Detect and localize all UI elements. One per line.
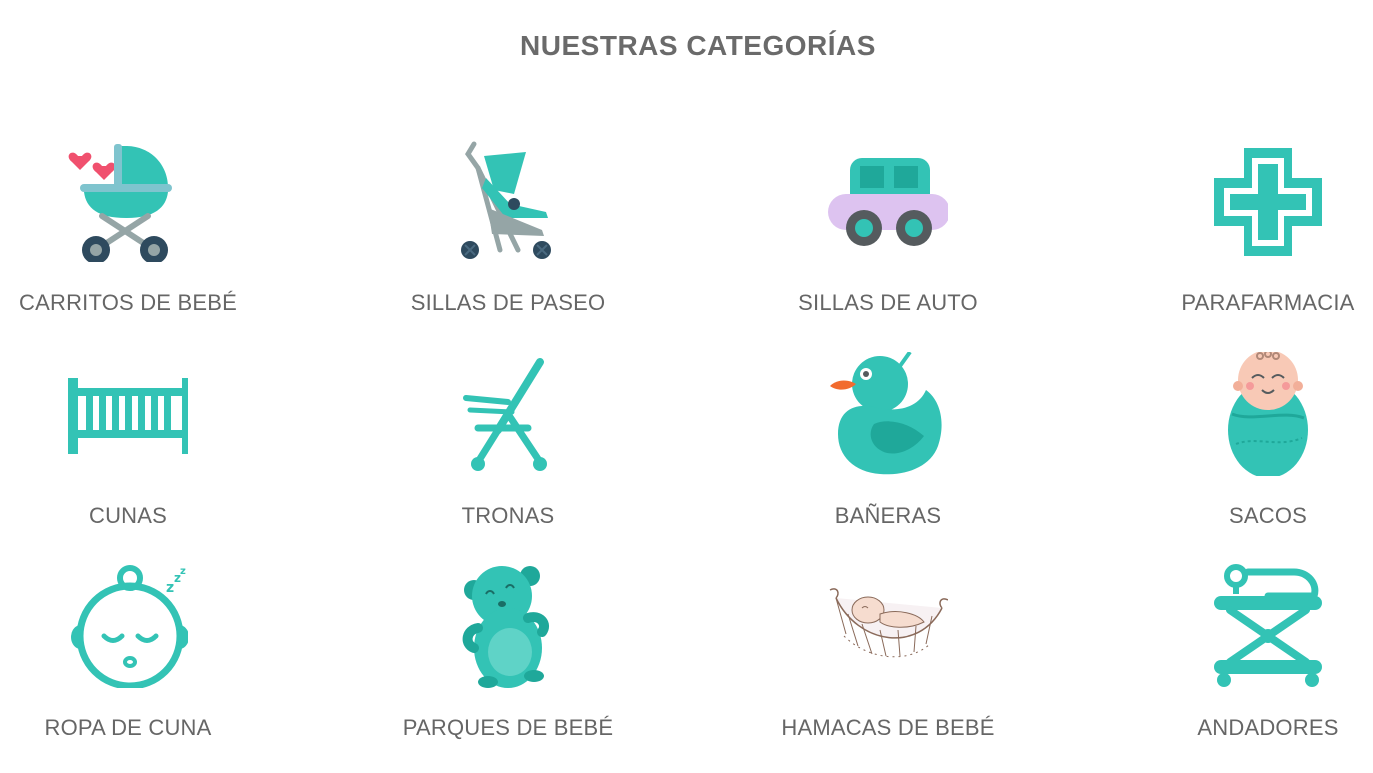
category-label: BAÑERAS [834,503,942,528]
svg-text:z: z [180,566,186,577]
rubber-duck-icon [828,352,948,476]
category-label: CUNAS [88,503,167,528]
svg-text:z: z [166,580,174,596]
swaddled-baby-icon [1208,352,1328,476]
umbrella-stroller-icon [448,138,568,262]
teddy-bear-icon [448,564,568,688]
high-chair-icon [448,352,568,476]
baby-hammock-icon [828,564,948,688]
category-label: ROPA DE CUNA [44,715,212,740]
category-label: HAMACAS DE BEBÉ [781,715,995,740]
category-label: SILLAS DE AUTO [798,290,978,315]
category-label: PARQUES DE BEBÉ [402,715,614,740]
category-label: CARRITOS DE BEBÉ [19,290,237,315]
pharmacy-cross-icon [1208,138,1328,262]
sleeping-baby-icon: z z z [68,564,188,688]
toy-car-icon [828,138,948,262]
baby-walker-icon [1208,564,1328,688]
category-label: SILLAS DE PASEO [410,290,606,315]
category-label: TRONAS [461,503,555,528]
category-label: SACOS [1228,503,1308,528]
categories-grid: CARRITOS DE BEBÉ SILLAS DE PASEO SILLAS … [0,0,1373,773]
category-label: PARAFARMACIA [1181,290,1355,315]
stroller-with-hearts-icon [68,138,188,262]
crib-icon [68,352,188,476]
category-label: ANDADORES [1197,715,1339,740]
